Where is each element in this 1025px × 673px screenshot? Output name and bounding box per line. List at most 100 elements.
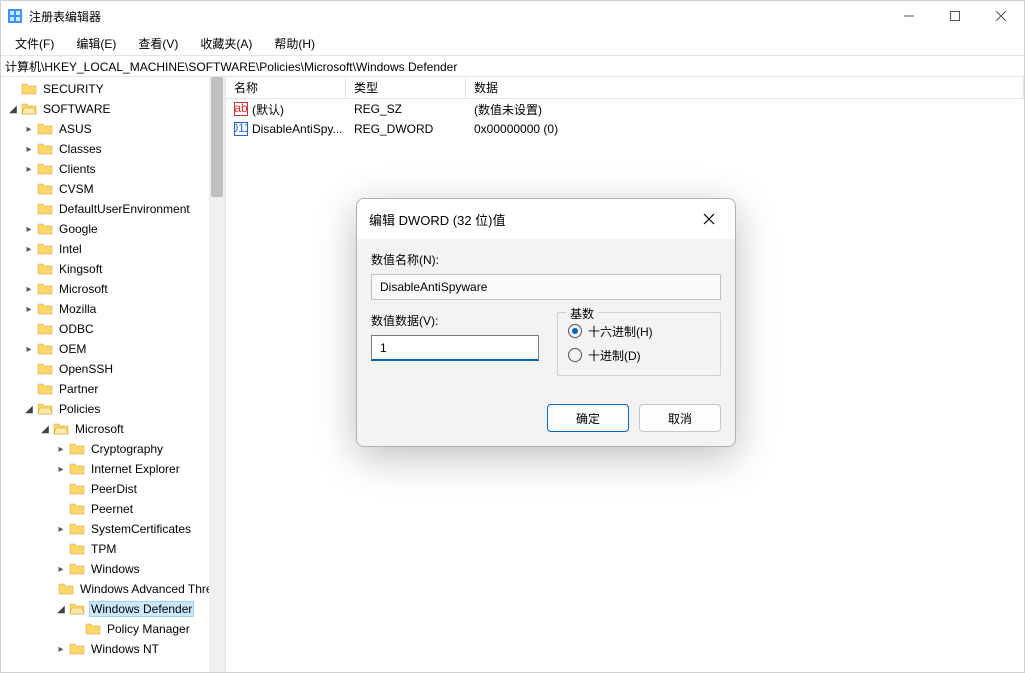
tree-item[interactable]: ▸OpenSSH — [1, 359, 225, 379]
tree-item[interactable]: ◢Microsoft — [1, 419, 225, 439]
tree-item[interactable]: ▸Windows — [1, 559, 225, 579]
chevron-right-icon[interactable]: ▸ — [21, 144, 37, 155]
tree-item[interactable]: ▸SECURITY — [1, 79, 225, 99]
menu-item-1[interactable]: 编辑(E) — [72, 33, 120, 54]
chevron-right-icon[interactable]: ▸ — [21, 164, 37, 175]
value-data-input[interactable] — [371, 335, 539, 361]
chevron-down-icon[interactable]: ◢ — [37, 424, 53, 435]
tree-item[interactable]: ▸ Google — [1, 219, 225, 239]
titlebar: 注册表编辑器 — [1, 1, 1024, 31]
radio-hex[interactable]: 十六进制(H) — [568, 319, 710, 343]
tree-item[interactable]: ▸Windows Advanced Threat Protection — [1, 579, 225, 599]
folder-icon — [37, 301, 53, 317]
menu-item-4[interactable]: 帮助(H) — [270, 33, 319, 54]
tree-label: Microsoft — [57, 282, 110, 296]
menu-item-3[interactable]: 收藏夹(A) — [196, 33, 256, 54]
tree-item[interactable]: ▸Mozilla — [1, 299, 225, 319]
scrollbar-vertical[interactable] — [209, 77, 225, 672]
chevron-down-icon[interactable]: ◢ — [5, 104, 21, 115]
address-bar[interactable]: 计算机\HKEY_LOCAL_MACHINE\SOFTWARE\Policies… — [1, 55, 1024, 77]
list-header: 名称 类型 数据 — [226, 77, 1024, 99]
folder-icon — [21, 81, 37, 97]
tree-item[interactable]: ▸PeerDist — [1, 479, 225, 499]
chevron-right-icon[interactable]: ▸ — [21, 224, 37, 235]
folder-icon — [69, 641, 85, 657]
tree-label: CVSM — [57, 182, 96, 196]
minimize-button[interactable] — [886, 1, 932, 31]
tree-panel[interactable]: ▸SECURITY◢SOFTWARE▸ASUS▸Classes▸Clients▸… — [1, 77, 226, 672]
folder-icon — [58, 581, 74, 597]
chevron-right-icon[interactable]: ▸ — [53, 644, 69, 655]
chevron-right-icon[interactable]: ▸ — [21, 284, 37, 295]
tree-label: SECURITY — [41, 82, 106, 96]
col-type[interactable]: 类型 — [346, 77, 466, 98]
chevron-right-icon[interactable]: ▸ — [21, 124, 37, 135]
tree-item[interactable]: ▸Intel — [1, 239, 225, 259]
folder-icon — [37, 241, 53, 257]
chevron-right-icon[interactable]: ▸ — [21, 244, 37, 255]
tree-label: DefaultUserEnvironment — [57, 202, 192, 216]
tree-item[interactable]: ▸ASUS — [1, 119, 225, 139]
chevron-right-icon[interactable]: ▸ — [53, 524, 69, 535]
chevron-right-icon[interactable]: ▸ — [21, 344, 37, 355]
tree-item[interactable]: ▸OEM — [1, 339, 225, 359]
dialog-titlebar: 编辑 DWORD (32 位)值 — [357, 199, 735, 239]
tree-item[interactable]: ◢SOFTWARE — [1, 99, 225, 119]
folder-icon — [37, 341, 53, 357]
dialog-close-button[interactable] — [695, 205, 723, 233]
chevron-right-icon[interactable]: ▸ — [53, 564, 69, 575]
list-item[interactable]: ab(默认)REG_SZ(数值未设置) — [226, 99, 1024, 119]
chevron-right-icon[interactable]: ▸ — [21, 304, 37, 315]
app-icon — [7, 8, 23, 24]
close-button[interactable] — [978, 1, 1024, 31]
col-name[interactable]: 名称 — [226, 77, 346, 98]
tree-item[interactable]: ▸DefaultUserEnvironment — [1, 199, 225, 219]
tree-label: Policies — [57, 402, 102, 416]
tree-label: Internet Explorer — [89, 462, 182, 476]
cancel-button[interactable]: 取消 — [639, 404, 721, 432]
base-group: 基数 十六进制(H) 十进制(D) — [557, 312, 721, 376]
folder-icon — [69, 561, 85, 577]
tree-item[interactable]: ▸Kingsoft — [1, 259, 225, 279]
tree-item[interactable]: ▸Cryptography — [1, 439, 225, 459]
scrollbar-thumb[interactable] — [211, 77, 223, 197]
chevron-down-icon[interactable]: ◢ — [21, 404, 37, 415]
folder-icon — [69, 501, 85, 517]
folder-icon — [69, 481, 85, 497]
maximize-button[interactable] — [932, 1, 978, 31]
chevron-right-icon[interactable]: ▸ — [53, 464, 69, 475]
ok-button[interactable]: 确定 — [547, 404, 629, 432]
dword-value-icon: 011 — [234, 122, 248, 136]
folder-icon — [37, 141, 53, 157]
tree-item[interactable]: ▸Windows NT — [1, 639, 225, 659]
tree-item[interactable]: ▸Peernet — [1, 499, 225, 519]
col-data[interactable]: 数据 — [466, 77, 1024, 98]
tree-item[interactable]: ▸ Internet Explorer — [1, 459, 225, 479]
chevron-down-icon[interactable]: ◢ — [53, 604, 69, 615]
tree-label: Peernet — [89, 502, 135, 516]
radio-hex-icon — [568, 324, 582, 338]
tree-item[interactable]: ◢ Policies — [1, 399, 225, 419]
tree-item[interactable]: ▸CVSM — [1, 179, 225, 199]
list-item[interactable]: 011DisableAntiSpy...REG_DWORD0x00000000 … — [226, 119, 1024, 139]
tree-item[interactable]: ▸ Clients — [1, 159, 225, 179]
tree-label: ODBC — [57, 322, 96, 336]
menu-item-2[interactable]: 查看(V) — [134, 33, 182, 54]
tree-label: Google — [57, 222, 100, 236]
tree-item[interactable]: ◢Windows Defender — [1, 599, 225, 619]
tree-item[interactable]: ▸ Microsoft — [1, 279, 225, 299]
tree-item[interactable]: ▸ SystemCertificates — [1, 519, 225, 539]
tree-item[interactable]: ▸TPM — [1, 539, 225, 559]
tree-label: Partner — [57, 382, 100, 396]
tree-item[interactable]: ▸Classes — [1, 139, 225, 159]
radio-dec[interactable]: 十进制(D) — [568, 343, 710, 367]
tree-item[interactable]: ▸ODBC — [1, 319, 225, 339]
tree-label: Clients — [57, 162, 98, 176]
tree-item[interactable]: ▸Policy Manager — [1, 619, 225, 639]
menu-item-0[interactable]: 文件(F) — [11, 33, 58, 54]
chevron-right-icon[interactable]: ▸ — [53, 444, 69, 455]
tree-item[interactable]: ▸Partner — [1, 379, 225, 399]
folder-icon — [37, 201, 53, 217]
tree-label: SystemCertificates — [89, 522, 193, 536]
folder-icon — [21, 101, 37, 117]
